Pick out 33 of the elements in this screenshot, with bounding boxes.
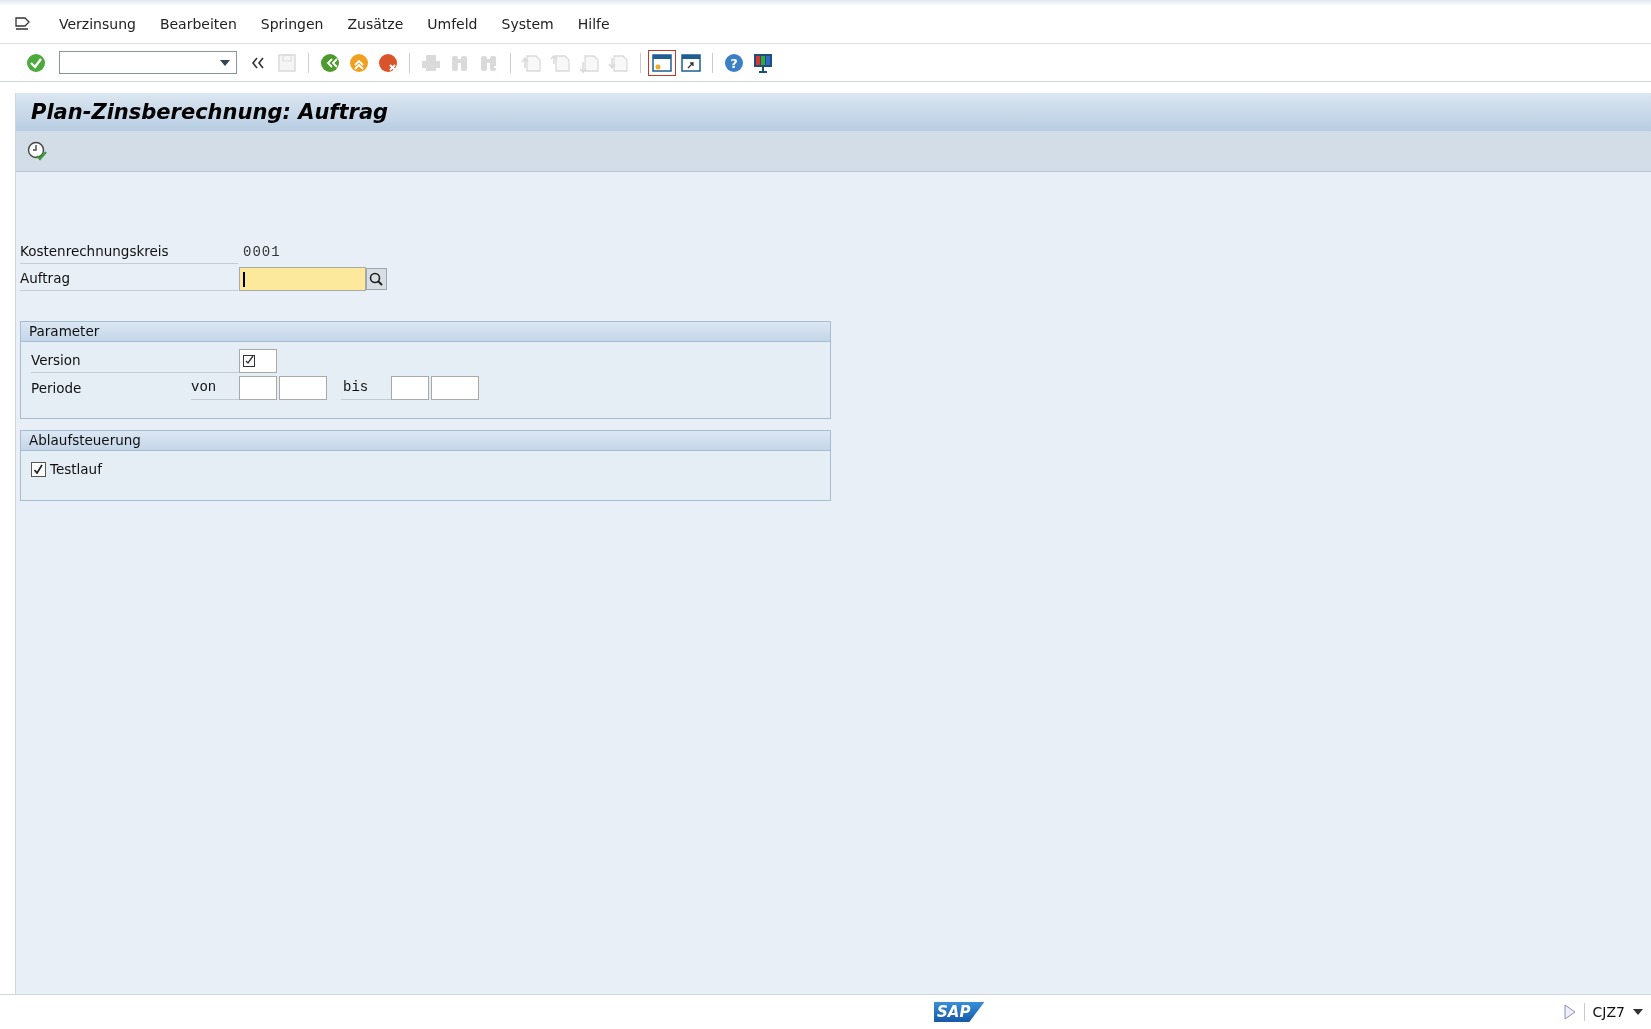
dropdown-icon[interactable] <box>220 59 230 66</box>
play-icon[interactable] <box>1563 1004 1576 1020</box>
clock-check-icon[interactable] <box>26 140 48 162</box>
version-field[interactable] <box>239 348 277 373</box>
menu-item[interactable]: Verzinsung <box>59 15 136 32</box>
checkbox[interactable] <box>31 461 46 477</box>
menu-item[interactable]: System <box>501 15 554 32</box>
checkbox-label: Testlauf <box>50 461 102 477</box>
group-header: Parameter <box>21 322 830 342</box>
field-label: Periode <box>31 378 83 398</box>
command-field[interactable] <box>59 51 237 74</box>
logo: SAP <box>934 1002 985 1022</box>
menu-item[interactable]: Zusätze <box>347 15 404 32</box>
group-header: Ablaufsteuerung <box>21 431 830 451</box>
checkbox-icon[interactable] <box>243 354 255 367</box>
field-label: Auftrag <box>20 266 238 291</box>
year-field[interactable] <box>279 375 327 400</box>
menu-item[interactable]: Springen <box>260 15 324 32</box>
order-input[interactable] <box>239 266 366 291</box>
dropdown-icon[interactable] <box>1633 1009 1643 1015</box>
field-value: 0001 <box>242 243 281 260</box>
menu-item[interactable]: Hilfe <box>577 15 610 32</box>
field-label: Kostenrechnungskreis <box>20 239 238 264</box>
field-label: Version <box>31 348 239 373</box>
menu-item[interactable]: Umfeld <box>427 15 478 32</box>
menu-item[interactable]: Bearbeiten <box>159 15 237 32</box>
screen-title: Plan-Zinsberechnung: Auftrag <box>31 100 389 124</box>
new-window-icon[interactable] <box>648 49 676 76</box>
period-field[interactable] <box>391 375 429 400</box>
search-help-button[interactable] <box>366 267 387 290</box>
transaction-code: CJZ7 <box>1592 1004 1625 1020</box>
period-field[interactable] <box>239 375 277 400</box>
year-field[interactable] <box>431 375 479 400</box>
